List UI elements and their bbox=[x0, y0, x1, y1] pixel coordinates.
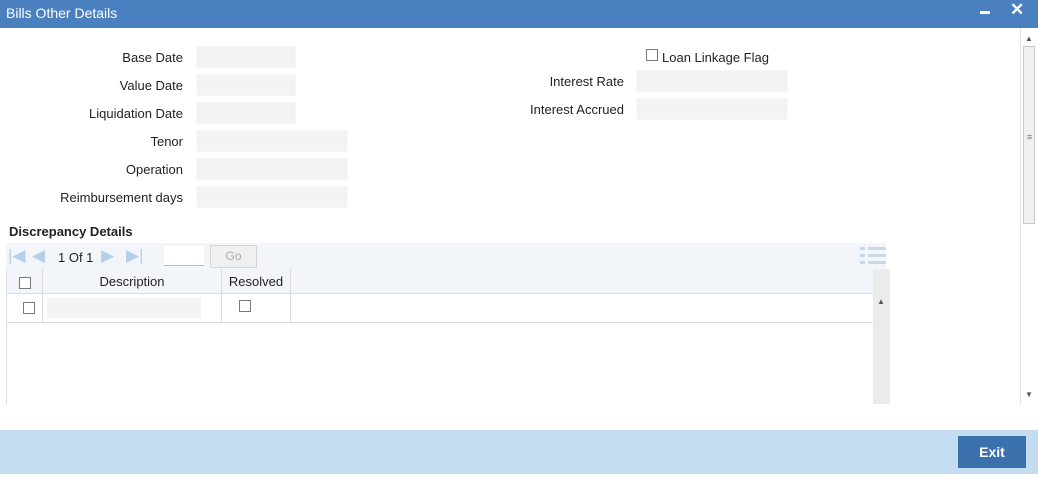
footer-bar: Exit bbox=[0, 430, 1038, 474]
grip-icon: ≡ bbox=[1027, 132, 1033, 142]
select-all-checkbox[interactable] bbox=[18, 276, 31, 289]
column-header-resolved[interactable]: Resolved bbox=[222, 269, 291, 294]
previous-page-icon[interactable]: ◀ bbox=[32, 246, 45, 266]
loan-linkage-flag-checkbox[interactable] bbox=[646, 49, 658, 61]
operation-label: Operation bbox=[125, 162, 183, 177]
first-page-icon[interactable]: |◀ bbox=[8, 246, 26, 266]
interest-accrued-field[interactable] bbox=[636, 98, 788, 120]
description-input[interactable] bbox=[47, 298, 201, 318]
liquidation-date-field[interactable] bbox=[196, 102, 296, 124]
column-header-description[interactable]: Description bbox=[43, 269, 222, 294]
close-icon[interactable]: ✕ bbox=[1010, 1, 1024, 19]
interest-rate-label: Interest Rate bbox=[549, 74, 624, 89]
grid-scroll-up-icon[interactable]: ▲ bbox=[877, 297, 885, 306]
table-row bbox=[7, 294, 873, 323]
operation-field[interactable] bbox=[196, 158, 348, 180]
scroll-down-icon[interactable]: ▼ bbox=[1025, 390, 1033, 399]
next-page-icon[interactable]: ▶ bbox=[101, 246, 114, 266]
interest-rate-field[interactable] bbox=[636, 70, 788, 92]
window-title: Bills Other Details bbox=[6, 5, 118, 21]
description-cell bbox=[43, 294, 222, 323]
exit-button[interactable]: Exit bbox=[958, 436, 1026, 468]
loan-linkage-flag-label: Loan Linkage Flag bbox=[662, 50, 769, 65]
page-number-input[interactable] bbox=[164, 246, 204, 266]
go-button[interactable]: Go bbox=[210, 245, 257, 268]
reimbursement-days-label: Reimbursement days bbox=[60, 190, 183, 205]
grid-scrollbar[interactable]: ▲ bbox=[873, 269, 890, 404]
liquidation-date-label: Liquidation Date bbox=[89, 106, 183, 121]
select-all-cell bbox=[7, 269, 43, 294]
page-info: 1 Of 1 bbox=[58, 250, 94, 265]
value-date-label: Value Date bbox=[119, 78, 183, 93]
base-date-label: Base Date bbox=[122, 50, 183, 65]
pager-toolbar: |◀ ◀ 1 Of 1 ▶ ▶| Go bbox=[6, 243, 886, 269]
discrepancy-section-title: Discrepancy Details bbox=[9, 224, 133, 239]
discrepancy-grid: Description Resolved ▲ bbox=[6, 269, 890, 404]
grid-header: Description Resolved bbox=[7, 269, 873, 294]
resolved-checkbox[interactable] bbox=[239, 300, 251, 312]
reimbursement-days-field[interactable] bbox=[196, 186, 348, 208]
interest-accrued-label: Interest Accrued bbox=[530, 102, 624, 117]
base-date-field[interactable] bbox=[196, 46, 296, 68]
scroll-thumb[interactable]: ≡ bbox=[1023, 46, 1035, 224]
tenor-field[interactable] bbox=[196, 130, 348, 152]
row-select-checkbox[interactable] bbox=[23, 302, 35, 314]
list-view-icon[interactable] bbox=[860, 246, 886, 266]
bottom-strip bbox=[0, 474, 1038, 483]
title-bar: Bills Other Details ✕ bbox=[0, 0, 1038, 28]
minimize-button[interactable] bbox=[980, 11, 990, 14]
page-scrollbar[interactable]: ▲ ≡ ▼ bbox=[1020, 28, 1038, 404]
resolved-cell bbox=[222, 294, 291, 323]
last-page-icon[interactable]: ▶| bbox=[126, 246, 144, 266]
row-select-cell bbox=[7, 294, 43, 323]
tenor-label: Tenor bbox=[150, 134, 183, 149]
value-date-field[interactable] bbox=[196, 74, 296, 96]
scroll-up-icon[interactable]: ▲ bbox=[1025, 34, 1033, 43]
